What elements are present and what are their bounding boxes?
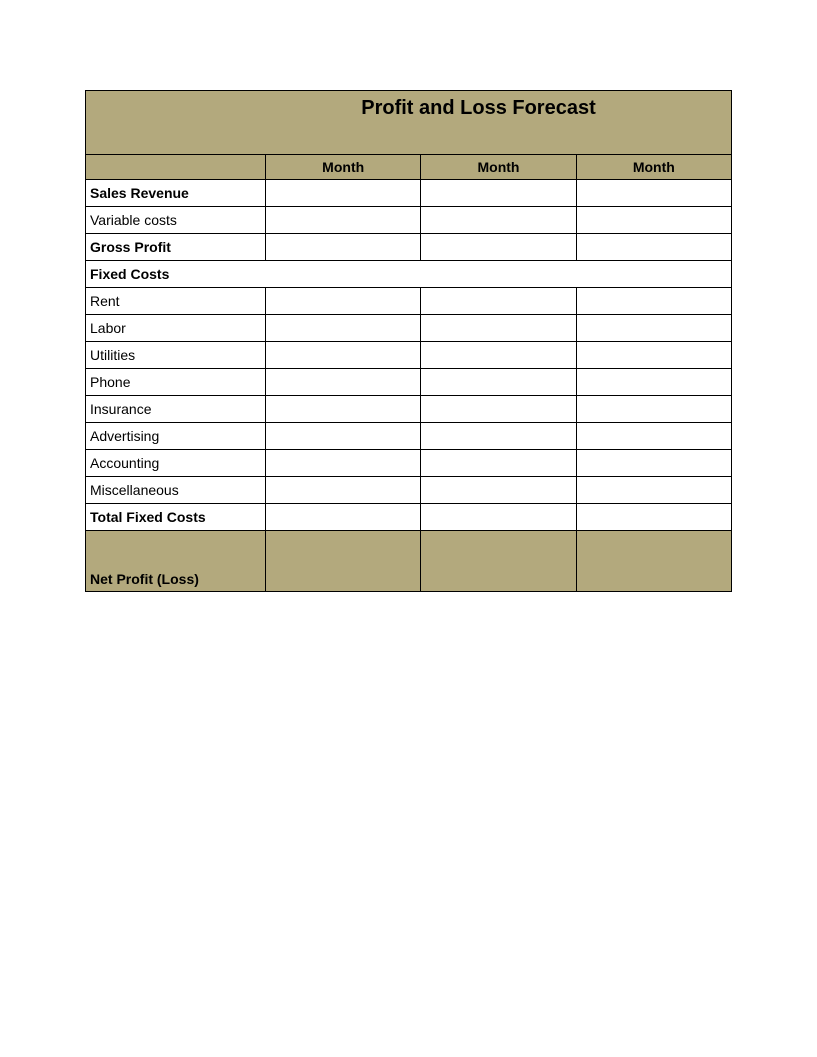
row-rent: Rent: [86, 288, 731, 315]
row-net-profit: Net Profit (Loss): [86, 531, 731, 591]
label-accounting: Accounting: [86, 450, 266, 476]
cell-utilities-m3[interactable]: [577, 342, 731, 368]
label-miscellaneous: Miscellaneous: [86, 477, 266, 503]
row-gross-profit: Gross Profit: [86, 234, 731, 261]
cell-miscellaneous-m1[interactable]: [266, 477, 421, 503]
cell-variable-costs-m2[interactable]: [421, 207, 576, 233]
cell-rent-m1[interactable]: [266, 288, 421, 314]
cell-insurance-m1[interactable]: [266, 396, 421, 422]
cell-rent-m3[interactable]: [577, 288, 731, 314]
cell-sales-revenue-m3[interactable]: [577, 180, 731, 206]
cell-variable-costs-m1[interactable]: [266, 207, 421, 233]
forecast-table: Profit and Loss Forecast Month Month Mon…: [85, 90, 732, 592]
cell-total-fixed-costs-m1[interactable]: [266, 504, 421, 530]
header-month2: Month: [421, 155, 576, 179]
header-row: Month Month Month: [86, 155, 731, 180]
cell-gross-profit-m2[interactable]: [421, 234, 576, 260]
label-variable-costs: Variable costs: [86, 207, 266, 233]
cell-rent-m2[interactable]: [421, 288, 576, 314]
cell-gross-profit-m1[interactable]: [266, 234, 421, 260]
label-fixed-costs: Fixed Costs: [86, 261, 731, 287]
label-labor: Labor: [86, 315, 266, 341]
cell-gross-profit-m3[interactable]: [577, 234, 731, 260]
label-phone: Phone: [86, 369, 266, 395]
label-insurance: Insurance: [86, 396, 266, 422]
cell-net-profit-m1[interactable]: [266, 531, 421, 591]
cell-miscellaneous-m3[interactable]: [577, 477, 731, 503]
row-miscellaneous: Miscellaneous: [86, 477, 731, 504]
cell-total-fixed-costs-m3[interactable]: [577, 504, 731, 530]
row-total-fixed-costs: Total Fixed Costs: [86, 504, 731, 531]
header-month3: Month: [577, 155, 731, 179]
title-bar: Profit and Loss Forecast: [86, 91, 731, 155]
label-utilities: Utilities: [86, 342, 266, 368]
cell-phone-m1[interactable]: [266, 369, 421, 395]
label-rent: Rent: [86, 288, 266, 314]
cell-net-profit-m2[interactable]: [421, 531, 576, 591]
cell-advertising-m2[interactable]: [421, 423, 576, 449]
cell-accounting-m3[interactable]: [577, 450, 731, 476]
label-net-profit: Net Profit (Loss): [86, 531, 266, 591]
cell-insurance-m3[interactable]: [577, 396, 731, 422]
row-phone: Phone: [86, 369, 731, 396]
cell-phone-m2[interactable]: [421, 369, 576, 395]
label-advertising: Advertising: [86, 423, 266, 449]
row-accounting: Accounting: [86, 450, 731, 477]
row-variable-costs: Variable costs: [86, 207, 731, 234]
cell-variable-costs-m3[interactable]: [577, 207, 731, 233]
cell-advertising-m3[interactable]: [577, 423, 731, 449]
row-sales-revenue: Sales Revenue: [86, 180, 731, 207]
row-advertising: Advertising: [86, 423, 731, 450]
row-labor: Labor: [86, 315, 731, 342]
row-insurance: Insurance: [86, 396, 731, 423]
cell-total-fixed-costs-m2[interactable]: [421, 504, 576, 530]
cell-miscellaneous-m2[interactable]: [421, 477, 576, 503]
label-gross-profit: Gross Profit: [86, 234, 266, 260]
page-title: Profit and Loss Forecast: [86, 97, 731, 120]
header-month1: Month: [266, 155, 421, 179]
label-sales-revenue: Sales Revenue: [86, 180, 266, 206]
cell-labor-m2[interactable]: [421, 315, 576, 341]
row-utilities: Utilities: [86, 342, 731, 369]
cell-insurance-m2[interactable]: [421, 396, 576, 422]
header-label-cell: [86, 155, 266, 179]
cell-utilities-m2[interactable]: [421, 342, 576, 368]
cell-sales-revenue-m1[interactable]: [266, 180, 421, 206]
label-total-fixed-costs: Total Fixed Costs: [86, 504, 266, 530]
cell-accounting-m2[interactable]: [421, 450, 576, 476]
cell-utilities-m1[interactable]: [266, 342, 421, 368]
row-fixed-costs-header: Fixed Costs: [86, 261, 731, 288]
cell-labor-m3[interactable]: [577, 315, 731, 341]
cell-net-profit-m3[interactable]: [577, 531, 731, 591]
cell-advertising-m1[interactable]: [266, 423, 421, 449]
cell-accounting-m1[interactable]: [266, 450, 421, 476]
cell-sales-revenue-m2[interactable]: [421, 180, 576, 206]
cell-phone-m3[interactable]: [577, 369, 731, 395]
cell-labor-m1[interactable]: [266, 315, 421, 341]
